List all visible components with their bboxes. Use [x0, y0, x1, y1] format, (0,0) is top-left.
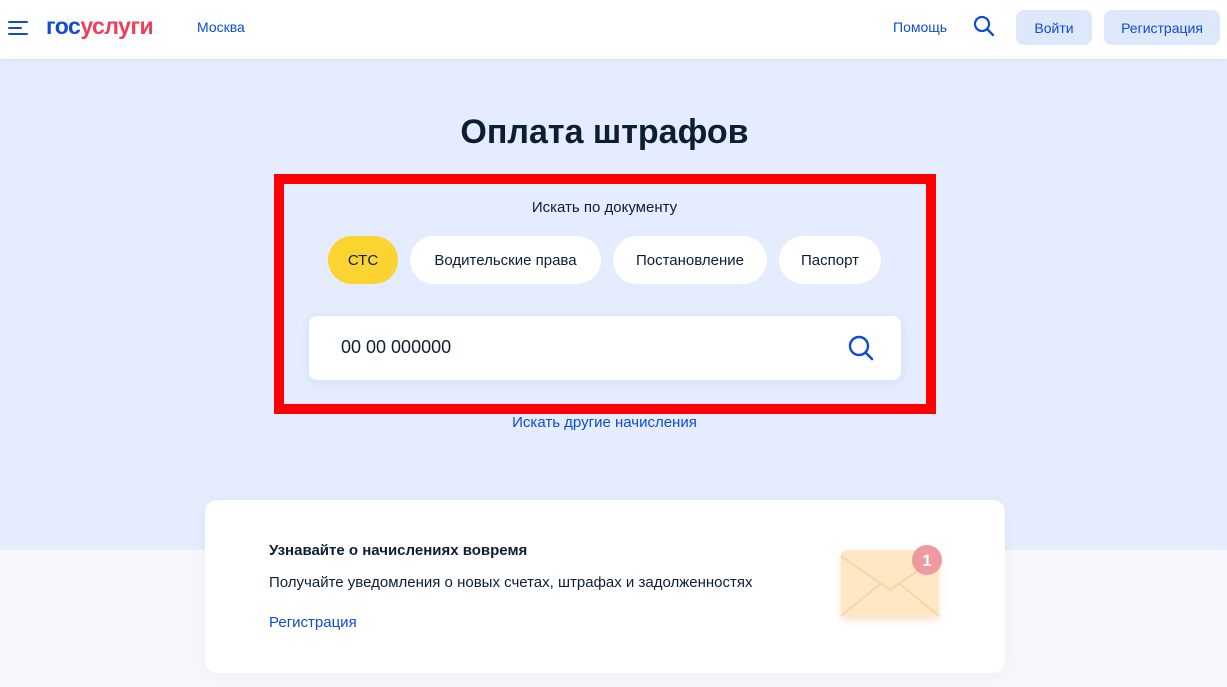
search-icon[interactable] [972, 14, 996, 38]
doc-type-passport-chip[interactable]: Паспорт [779, 236, 881, 284]
login-button[interactable]: Войти [1016, 10, 1092, 45]
menu-icon[interactable] [8, 18, 28, 38]
doc-type-license-chip[interactable]: Водительские права [410, 236, 601, 284]
doc-type-sts-chip[interactable]: СТС [328, 236, 398, 284]
logo-part-gos: гос [46, 13, 81, 39]
register-button[interactable]: Регистрация [1104, 10, 1220, 45]
top-header: госуслуги Москва Помощь Войти Регистраци… [0, 0, 1227, 59]
search-other-charges-link[interactable]: Искать другие начисления [0, 414, 1209, 431]
search-by-document-label: Искать по документу [531, 199, 678, 216]
help-link[interactable]: Помощь [893, 19, 947, 35]
promo-text: Получайте уведомления о новых счетах, шт… [269, 574, 753, 591]
promo-register-link[interactable]: Регистрация [269, 614, 357, 631]
notification-badge: 1 [922, 551, 931, 570]
doc-type-resolution-chip[interactable]: Постановление [613, 236, 767, 284]
gosuslugi-logo[interactable]: госуслуги [46, 13, 154, 40]
envelope-icon: 1 [835, 540, 955, 630]
promo-title: Узнавайте о начислениях вовремя [269, 542, 528, 559]
city-selector[interactable]: Москва [197, 19, 245, 35]
search-submit-icon[interactable] [847, 334, 875, 362]
page-title: Оплата штрафов [460, 113, 749, 151]
logo-part-uslugi: услуги [80, 13, 154, 39]
document-number-value[interactable]: 00 00 000000 [341, 337, 451, 358]
notifications-promo-card: Узнавайте о начислениях вовремя Получайт… [205, 500, 1005, 673]
document-number-input[interactable]: 00 00 000000 [309, 316, 901, 380]
